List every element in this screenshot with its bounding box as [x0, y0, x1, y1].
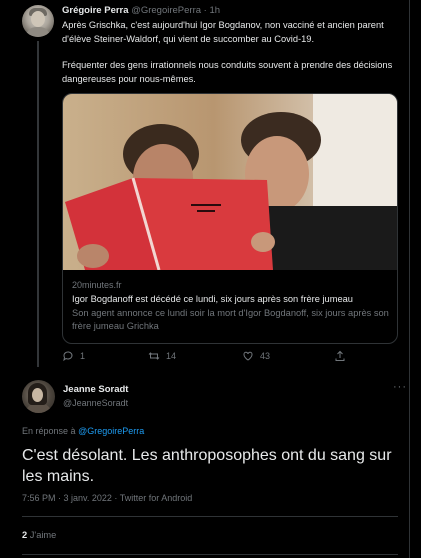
share-button[interactable]	[334, 350, 346, 362]
divider	[22, 516, 398, 517]
retweet-button[interactable]: 14	[148, 350, 176, 362]
handle[interactable]: @GregoirePerra	[131, 5, 201, 16]
card-image	[63, 94, 397, 270]
dot-separator: ·	[203, 5, 207, 16]
card-description: Son agent annonce ce lundi soir la mort …	[72, 308, 389, 331]
reply-count: 1	[80, 351, 86, 361]
avatar-face	[32, 388, 43, 402]
tweet-actions: 1 14 43	[62, 350, 362, 366]
tweet-header: Grégoire Perra @GregoirePerra · 1h	[62, 5, 220, 16]
reply-button[interactable]: 1	[62, 350, 85, 362]
thread-line	[37, 41, 39, 367]
avatar[interactable]	[22, 5, 54, 37]
heart-icon	[243, 351, 253, 361]
display-name[interactable]: Grégoire Perra	[62, 5, 129, 16]
likes-summary[interactable]: 2 J'aime	[22, 530, 56, 540]
tweet-text: C'est désolant. Les anthroposophes ont d…	[22, 447, 392, 485]
reply-icon	[63, 351, 73, 362]
handle[interactable]: @JeanneSoradt	[63, 398, 128, 408]
likes-label: J'aime	[29, 530, 57, 540]
timestamp[interactable]: 1h	[209, 5, 220, 16]
reply-mention-link[interactable]: @GregoirePerra	[78, 426, 144, 436]
share-icon	[335, 350, 345, 361]
divider	[22, 554, 398, 555]
reply-context: En réponse à @GregoirePerra	[22, 426, 144, 436]
like-button[interactable]: 43	[242, 350, 270, 362]
card-domain: 20minutes.fr	[72, 280, 122, 290]
retweet-icon	[148, 352, 160, 360]
avatar[interactable]	[22, 380, 55, 413]
tweet-text: Après Grischka, c'est aujourd'hui Igor B…	[62, 19, 398, 86]
avatar-face	[31, 11, 45, 27]
like-count: 43	[260, 351, 271, 361]
likes-count: 2	[22, 530, 28, 540]
more-options-button[interactable]: ···	[393, 381, 407, 393]
tweet-metadata[interactable]: 7:56 PM · 3 janv. 2022 · Twitter for And…	[22, 493, 192, 503]
tweet-paragraph: Fréquenter des gens irrationnels nous co…	[62, 60, 393, 84]
display-name[interactable]: Jeanne Soradt	[63, 384, 128, 395]
reply-prefix: En réponse à	[22, 426, 76, 436]
link-card[interactable]: 20minutes.fr Igor Bogdanoff est décédé c…	[62, 93, 398, 344]
avatar-body	[26, 27, 50, 37]
tweet-paragraph: Après Grischka, c'est aujourd'hui Igor B…	[62, 20, 384, 44]
timeline-column: Grégoire Perra @GregoirePerra · 1h Après…	[0, 0, 410, 558]
card-title: Igor Bogdanoff est décédé ce lundi, six …	[72, 294, 353, 304]
retweet-count: 14	[166, 351, 177, 361]
